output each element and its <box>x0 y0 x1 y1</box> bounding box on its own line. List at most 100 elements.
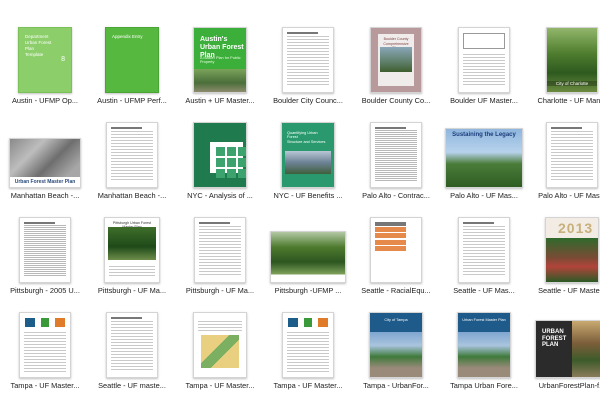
file-thumbnail[interactable] <box>19 312 71 378</box>
file-item[interactable]: Sustaining the Legacy Palo Alto - UF Mas.… <box>440 110 528 206</box>
file-item[interactable]: Seattle - RacialEqu... <box>352 205 440 301</box>
file-item[interactable]: City of Charlotte Charlotte - UF Man... <box>528 15 600 111</box>
file-item[interactable]: Tampa - UF Master... <box>1 300 89 396</box>
file-thumbnail[interactable] <box>106 122 158 188</box>
file-item[interactable]: Palo Alto - UF Mas... <box>528 110 600 206</box>
file-thumbnail[interactable]: Urban Forest Master Plan <box>9 138 81 188</box>
file-thumbnail[interactable]: Sustaining the Legacy <box>445 128 523 188</box>
file-name[interactable]: Pittsburgh - 2005 U... <box>0 286 93 295</box>
file-name[interactable]: Pittsburgh - UF Ma... <box>84 286 180 295</box>
file-name[interactable]: Charlotte - UF Man... <box>524 96 600 105</box>
file-name[interactable]: Tampa Urban Fore... <box>436 381 532 390</box>
file-name[interactable]: Manhattan Beach -... <box>84 191 180 200</box>
file-item[interactable]: Tampa - UF Master... <box>264 300 352 396</box>
file-thumbnail[interactable]: URBAN FOREST PLAN <box>535 320 600 378</box>
file-thumbnail[interactable]: Pittsburgh Urban Forest Master Plan <box>104 217 160 283</box>
file-item[interactable]: 2013 Seattle - UF Maste... <box>528 205 600 301</box>
file-item[interactable]: Urban Forest Master Plan Manhattan Beach … <box>1 110 89 206</box>
file-thumbnail[interactable] <box>282 27 334 93</box>
file-name[interactable]: Tampa - UF Master... <box>172 381 268 390</box>
file-thumbnail[interactable]: City of Charlotte <box>546 27 598 93</box>
cover-number: 8 <box>61 56 65 63</box>
file-item[interactable]: Palo Alto - Contrac... <box>352 110 440 206</box>
file-name[interactable]: Austin - UFMP Op... <box>0 96 93 105</box>
file-name[interactable]: Palo Alto - Contrac... <box>348 191 444 200</box>
header-line <box>375 221 406 226</box>
file-item[interactable]: URBAN FOREST PLAN UrbanForestPlan-f... <box>528 300 600 396</box>
cover-tile <box>216 158 225 167</box>
table-band <box>375 226 406 232</box>
file-name[interactable]: Tampa - UF Master... <box>260 381 356 390</box>
file-item[interactable]: Quantifying Urban Forest Structure and S… <box>264 110 352 206</box>
file-thumbnail[interactable]: 2013 <box>545 217 599 283</box>
file-thumbnail[interactable] <box>458 27 510 93</box>
file-name[interactable]: Palo Alto - UF Mas... <box>524 191 600 200</box>
file-thumbnail[interactable] <box>458 217 510 283</box>
file-name[interactable]: Seattle - RacialEqu... <box>348 286 444 295</box>
text-lines <box>375 129 417 182</box>
file-item[interactable]: Pittsburgh -UFMP ... <box>264 205 352 301</box>
file-thumbnail[interactable]: Austin's Urban Forest Plan A Master Plan … <box>193 27 247 93</box>
file-thumbnail[interactable]: Department Urban Forest Plan Template 8 <box>18 27 72 93</box>
file-item[interactable]: Seattle - UF maste... <box>88 300 176 396</box>
file-name[interactable]: Seattle - UF Maste... <box>524 286 600 295</box>
file-name[interactable]: Austin - UFMP Perf... <box>84 96 180 105</box>
file-item[interactable]: City of Tampa Tampa - UrbanFor... <box>352 300 440 396</box>
file-name[interactable]: Pittsburgh - UF Ma... <box>172 286 268 295</box>
file-name[interactable]: Tampa - UF Master... <box>0 381 93 390</box>
file-name[interactable]: Palo Alto - UF Mas... <box>436 191 532 200</box>
text-lines <box>198 319 242 333</box>
file-item[interactable]: Boulder UF Master... <box>440 15 528 111</box>
file-thumbnail[interactable]: Quantifying Urban Forest Structure and S… <box>281 122 335 188</box>
file-name[interactable]: Austin + UF Master... <box>172 96 268 105</box>
file-name[interactable]: Tampa - UrbanFor... <box>348 381 444 390</box>
map-image <box>201 334 239 369</box>
text-lines <box>287 329 329 372</box>
file-item[interactable]: Appendix Entry Austin - UFMP Perf... <box>88 15 176 111</box>
file-name[interactable]: Manhattan Beach -... <box>0 191 93 200</box>
file-item[interactable]: Boulder County Comprehensive PlanBoulder… <box>352 15 440 111</box>
text-lines <box>111 319 153 372</box>
file-thumbnail[interactable]: Urban Forest Master Plan <box>457 312 511 378</box>
file-item[interactable]: Pittsburgh - UF Ma... <box>176 205 264 301</box>
cover-image <box>194 68 246 92</box>
file-item[interactable]: Austin's Urban Forest Plan A Master Plan … <box>176 15 264 111</box>
file-name[interactable]: Boulder City Counc... <box>260 96 356 105</box>
file-name[interactable]: NYC - Analysis of ... <box>172 191 268 200</box>
file-item[interactable]: Department Urban Forest Plan Template 8 Au… <box>1 15 89 111</box>
file-name[interactable]: UrbanForestPlan-f... <box>524 381 600 390</box>
file-item[interactable]: Boulder City Counc... <box>264 15 352 111</box>
file-item[interactable]: Manhattan Beach -... <box>88 110 176 206</box>
file-thumbnail[interactable]: City of Tampa <box>369 312 423 378</box>
file-name[interactable]: Boulder County Co... <box>348 96 444 105</box>
file-thumbnail[interactable] <box>193 122 247 188</box>
file-thumbnail[interactable] <box>19 217 71 283</box>
file-thumbnail[interactable] <box>546 122 598 188</box>
text-lines <box>463 224 505 277</box>
file-item[interactable]: Tampa - UF Master... <box>176 300 264 396</box>
thumbnail-area <box>176 300 264 378</box>
thumbnail-area: 2013 <box>528 205 600 283</box>
file-thumbnail[interactable] <box>282 312 334 378</box>
file-thumbnail[interactable] <box>370 217 422 283</box>
file-thumbnail[interactable]: Appendix Entry <box>105 27 159 93</box>
file-thumbnail[interactable] <box>370 122 422 188</box>
file-thumbnail[interactable] <box>193 312 247 378</box>
file-name[interactable]: Seattle - UF Mas... <box>436 286 532 295</box>
file-item[interactable]: NYC - Analysis of ... <box>176 110 264 206</box>
file-name[interactable]: Boulder UF Master... <box>436 96 532 105</box>
file-thumbnail[interactable]: Boulder County Comprehensive Plan <box>370 27 422 93</box>
logo-strip <box>288 318 328 328</box>
file-name[interactable]: Pittsburgh -UFMP ... <box>260 286 356 295</box>
file-item[interactable]: Pittsburgh - 2005 U... <box>1 205 89 301</box>
file-item[interactable]: Pittsburgh Urban Forest Master PlanPitts… <box>88 205 176 301</box>
file-item[interactable]: Seattle - UF Mas... <box>440 205 528 301</box>
file-name[interactable]: Seattle - UF maste... <box>84 381 180 390</box>
file-thumbnail[interactable] <box>194 217 246 283</box>
thumbnail-area: URBAN FOREST PLAN <box>528 300 600 378</box>
file-thumbnail[interactable] <box>106 312 158 378</box>
table-band <box>375 246 406 252</box>
file-thumbnail[interactable] <box>270 231 346 283</box>
file-item[interactable]: Urban Forest Master Plan Tampa Urban Fore… <box>440 300 528 396</box>
file-name[interactable]: NYC - UF Benefits ... <box>260 191 356 200</box>
